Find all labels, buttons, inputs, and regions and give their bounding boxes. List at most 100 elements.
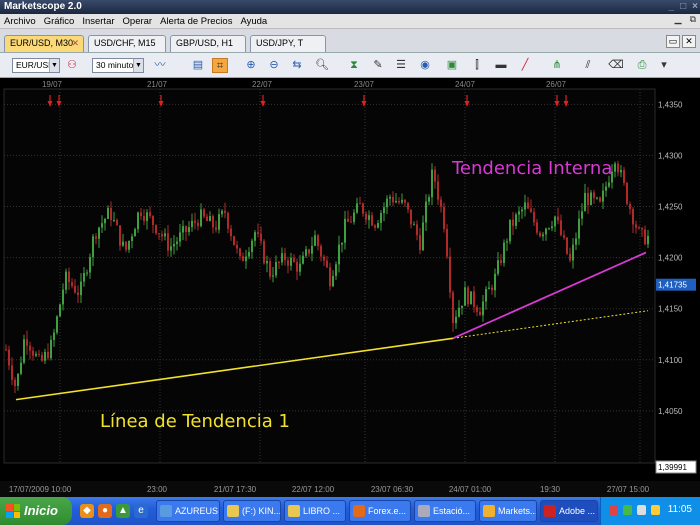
chart-minimize-button[interactable]: ▁ bbox=[675, 14, 682, 25]
top-date-label: 26/07 bbox=[546, 80, 567, 89]
properties-icon[interactable]: ☰ bbox=[393, 58, 409, 73]
ie-icon[interactable]: e bbox=[134, 504, 148, 518]
fibonacci-icon[interactable]: ⋔ bbox=[549, 58, 565, 73]
menu-operar[interactable]: Operar bbox=[123, 16, 153, 27]
zoom-out-icon[interactable]: ⊖ bbox=[266, 58, 282, 73]
candle-body bbox=[404, 199, 406, 203]
candle-body bbox=[524, 202, 526, 210]
tab-usd-jpy[interactable]: USD/JPY, T bbox=[250, 35, 326, 52]
candle-body bbox=[260, 233, 262, 242]
candle-body bbox=[632, 209, 634, 225]
tab-usd-chf[interactable]: USD/CHF, M15 bbox=[88, 35, 166, 52]
chart-window-close-button[interactable]: ✕ bbox=[682, 35, 696, 48]
candle-body bbox=[224, 210, 226, 213]
firefox-icon[interactable]: ● bbox=[98, 504, 112, 518]
candle-body bbox=[602, 190, 604, 202]
image-icon[interactable]: ▣ bbox=[444, 58, 460, 73]
candle-body bbox=[608, 182, 610, 187]
candle-body bbox=[464, 287, 466, 306]
candle-body bbox=[581, 211, 583, 219]
candle-body bbox=[62, 289, 64, 305]
time-tick-label: 27/07 15:00 bbox=[607, 485, 650, 494]
task-forex[interactable]: Forex.e... bbox=[349, 500, 411, 522]
tray-icon[interactable] bbox=[609, 505, 618, 515]
note-icon[interactable]: ✎ bbox=[370, 58, 386, 73]
hourglass-icon[interactable]: ⧗ bbox=[346, 58, 362, 73]
volume-icon[interactable] bbox=[637, 505, 646, 515]
horizontal-line-icon[interactable]: ▬ bbox=[493, 58, 509, 73]
candle-body bbox=[227, 212, 229, 229]
print-icon[interactable]: ⎙ bbox=[634, 58, 650, 73]
vertical-line-icon[interactable]: ⫿ bbox=[469, 58, 485, 73]
time-tick-label: 23:00 bbox=[147, 485, 168, 494]
task-marketscope[interactable]: Markets... bbox=[479, 500, 537, 522]
crosshair-icon[interactable]: ⌗ bbox=[212, 58, 228, 73]
candle-body bbox=[314, 235, 316, 246]
candle-body bbox=[125, 241, 127, 250]
draw-line-icon[interactable]: ╱ bbox=[517, 58, 533, 73]
zoom-in-icon[interactable]: ⊕ bbox=[243, 58, 259, 73]
currency-pair-icon[interactable]: ⚇ bbox=[64, 58, 80, 73]
chart-window-restore-button[interactable]: ▭ bbox=[666, 35, 680, 48]
menu-ayuda[interactable]: Ayuda bbox=[240, 16, 267, 27]
task-libro[interactable]: LIBRO ... bbox=[284, 500, 346, 522]
menu-grafico[interactable]: Gráfico bbox=[44, 16, 75, 27]
candle-body bbox=[551, 226, 553, 229]
time-tick-label: 19:30 bbox=[540, 485, 561, 494]
candle-body bbox=[572, 244, 574, 261]
menu-alerta-de-precios[interactable]: Alerta de Precios bbox=[160, 16, 232, 27]
candle-body bbox=[353, 212, 355, 222]
price-tick-label: 1,4300 bbox=[658, 151, 683, 160]
maximize-button[interactable]: □ bbox=[680, 1, 686, 12]
tab-eur-usd[interactable]: EUR/USD, M30 ✕ bbox=[4, 35, 84, 52]
globe-icon[interactable]: ◉ bbox=[417, 58, 433, 73]
task-azureus[interactable]: AZUREUS bbox=[156, 500, 220, 522]
close-tab-icon[interactable]: ✕ bbox=[71, 36, 79, 51]
tray-icon[interactable] bbox=[623, 505, 632, 515]
task-kin[interactable]: (F:) KIN... bbox=[223, 500, 281, 522]
menu-insertar[interactable]: Insertar bbox=[82, 16, 114, 27]
channel-icon[interactable]: ⫽ bbox=[580, 58, 596, 73]
chart-tab-bar: EUR/USD, M30 ✕ USD/CHF, M15 GBP/USD, H1 … bbox=[0, 29, 700, 53]
candle-body bbox=[47, 351, 49, 359]
minimize-button[interactable]: _ bbox=[669, 1, 675, 12]
price-tick-label: 1,4250 bbox=[658, 203, 683, 212]
candle-body bbox=[344, 218, 346, 243]
price-chart[interactable]: 1,4350 1,4300 1,4250 1,4200 1,4150 1,4100 1,40… bbox=[0, 79, 700, 497]
candle-body bbox=[356, 203, 358, 213]
window-titlebar: Marketscope 2.0 _ □ × bbox=[0, 0, 700, 14]
candle-body bbox=[521, 209, 523, 212]
candle-body bbox=[548, 228, 550, 230]
quicklaunch-icon[interactable]: ▲ bbox=[116, 504, 130, 518]
more-tools-icon[interactable]: ▾ bbox=[656, 58, 672, 73]
candle-body bbox=[104, 218, 106, 224]
candle-body bbox=[266, 261, 268, 264]
start-button[interactable]: Inicio bbox=[0, 497, 72, 525]
tray-icon[interactable] bbox=[651, 505, 660, 515]
candle-body bbox=[290, 257, 292, 266]
candle-body bbox=[167, 233, 169, 251]
candle-body bbox=[209, 216, 211, 222]
system-tray: 11:05 bbox=[600, 497, 700, 525]
timeframe-select[interactable]: 30 minutos ▼ bbox=[92, 58, 144, 73]
task-estacion[interactable]: Estació... bbox=[414, 500, 476, 522]
tab-gbp-usd[interactable]: GBP/USD, H1 bbox=[170, 35, 246, 52]
candle-body bbox=[596, 197, 598, 199]
price-tick-label: 1,4200 bbox=[658, 254, 683, 263]
close-button[interactable]: × bbox=[692, 1, 698, 12]
magnifier-icon[interactable]: 🔍︎ bbox=[314, 58, 330, 73]
candle-body bbox=[161, 234, 163, 237]
chart-restore-button[interactable]: ⧉ bbox=[690, 14, 696, 25]
indicators-icon[interactable]: ▤ bbox=[190, 58, 206, 73]
candle-body bbox=[146, 212, 148, 221]
symbol-select[interactable]: EUR/USD ▼ bbox=[12, 58, 60, 73]
eraser-icon[interactable]: ⌫ bbox=[608, 58, 624, 73]
menu-archivo[interactable]: Archivo bbox=[4, 16, 36, 27]
candle-body bbox=[305, 249, 307, 256]
candle-body bbox=[485, 289, 487, 302]
task-adobe[interactable]: Adobe ... bbox=[540, 500, 598, 522]
quicklaunch-icon[interactable]: ◆ bbox=[80, 504, 94, 518]
scroll-icon[interactable]: ⇆ bbox=[289, 58, 305, 73]
chart-type-icon[interactable]: 〰 bbox=[152, 58, 168, 73]
candle-body bbox=[488, 287, 490, 290]
